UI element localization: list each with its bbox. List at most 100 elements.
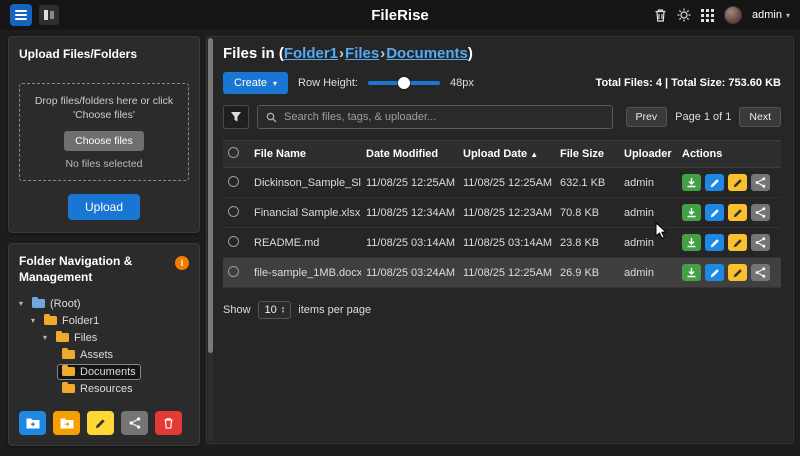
tree-item-assets[interactable]: Assets [19, 346, 189, 363]
column-header-upload-date[interactable]: Upload Date▲ [458, 141, 555, 168]
tree-item-resources[interactable]: Resources [19, 380, 189, 397]
view-toggle-button[interactable] [39, 5, 59, 25]
edit-button[interactable] [705, 264, 724, 281]
trash-button[interactable] [654, 8, 667, 22]
row-checkbox[interactable] [228, 176, 239, 187]
breadcrumb-files[interactable]: Files [345, 45, 379, 62]
folder-icon [62, 350, 75, 359]
share-button[interactable] [751, 174, 770, 191]
rename-button[interactable] [728, 174, 747, 191]
theme-toggle-button[interactable] [677, 8, 691, 22]
next-page-button[interactable]: Next [739, 107, 781, 127]
pencil-icon [710, 268, 720, 278]
rename-button[interactable] [728, 264, 747, 281]
file-name-cell: Financial Sample.xlsx [249, 198, 361, 228]
chevron-down-icon: ▾ [786, 11, 790, 20]
column-header-file-name[interactable]: File Name [249, 141, 361, 168]
table-row[interactable]: Dickinson_Sample_Slides.pptx 11/08/25 12… [223, 168, 781, 198]
share-folder-button[interactable] [121, 411, 148, 435]
grid-icon [701, 9, 714, 22]
upload-card-title: Upload Files/Folders [19, 47, 189, 63]
folder-icon [56, 333, 69, 342]
menu-button[interactable] [10, 4, 32, 26]
table-row[interactable]: Financial Sample.xlsx 11/08/25 12:34AM 1… [223, 198, 781, 228]
columns-icon [44, 10, 54, 20]
create-button[interactable]: Create ▾ [223, 72, 288, 94]
download-icon [686, 177, 697, 188]
trash-icon [163, 417, 174, 429]
edit-button[interactable] [705, 174, 724, 191]
sidebar: Upload Files/Folders Drop files/folders … [8, 36, 200, 456]
delete-folder-button[interactable] [155, 411, 182, 435]
choose-files-button[interactable]: Choose files [64, 131, 144, 151]
row-height-label: Row Height: [298, 77, 358, 89]
heading-prefix: Files in ( [223, 45, 284, 62]
pencil-icon [710, 178, 720, 188]
table-row[interactable]: README.md 11/08/25 03:14AM 11/08/25 03:1… [223, 228, 781, 258]
rename-button[interactable] [728, 204, 747, 221]
tree-item-label: Documents [80, 366, 136, 378]
grid-view-button[interactable] [701, 9, 714, 22]
download-button[interactable] [682, 264, 701, 281]
row-height-slider[interactable] [368, 77, 440, 89]
download-button[interactable] [682, 234, 701, 251]
download-button[interactable] [682, 204, 701, 221]
main-scrollbar[interactable] [208, 38, 213, 442]
filter-button[interactable] [223, 105, 249, 129]
caret-down-icon[interactable]: ▾ [31, 316, 40, 325]
prev-page-button[interactable]: Prev [626, 107, 668, 127]
row-checkbox[interactable] [228, 266, 239, 277]
tree-item-files[interactable]: ▾ Files [19, 329, 189, 346]
tree-item-label: Assets [80, 349, 113, 361]
share-button[interactable] [751, 204, 770, 221]
breadcrumb-documents[interactable]: Documents [386, 45, 468, 62]
caret-down-icon[interactable]: ▾ [43, 333, 52, 342]
file-name-cell: README.md [249, 228, 361, 258]
share-icon [755, 207, 766, 218]
row-checkbox[interactable] [228, 236, 239, 247]
tree-item-documents[interactable]: Documents [19, 363, 189, 380]
create-folder-button[interactable] [19, 411, 46, 435]
items-per-page-select[interactable]: 10 ▴▾ [258, 301, 292, 319]
share-button[interactable] [751, 234, 770, 251]
breadcrumb-folder1[interactable]: Folder1 [284, 45, 338, 62]
rename-folder-button[interactable] [87, 411, 114, 435]
upload-date-cell: 11/08/25 03:14AM [458, 228, 555, 258]
column-header-uploader[interactable]: Uploader [619, 141, 677, 168]
row-checkbox[interactable] [228, 206, 239, 217]
info-icon[interactable]: i [175, 256, 189, 270]
download-button[interactable] [682, 174, 701, 191]
column-header-date-modified[interactable]: Date Modified [361, 141, 458, 168]
column-header-file-size[interactable]: File Size [555, 141, 619, 168]
share-button[interactable] [751, 264, 770, 281]
folder-tree: ▾ (Root) ▾ Folder1 ▾ Files Assets Do [19, 295, 189, 397]
rename-button[interactable] [728, 234, 747, 251]
select-all-checkbox[interactable] [228, 147, 239, 158]
scrollbar-thumb[interactable] [208, 38, 213, 353]
share-icon [129, 417, 141, 429]
upload-card: Upload Files/Folders Drop files/folders … [8, 36, 200, 233]
user-menu[interactable]: admin ▾ [752, 9, 790, 21]
tree-item-label: (Root) [50, 298, 81, 310]
tree-item-folder1[interactable]: ▾ Folder1 [19, 312, 189, 329]
table-row[interactable]: file-sample_1MB.docx 11/08/25 03:24AM 11… [223, 258, 781, 288]
search-input[interactable] [284, 111, 612, 123]
pagination: Prev Page 1 of 1 Next [626, 107, 781, 127]
breadcrumb-separator: › [339, 45, 344, 62]
folder-card-title: Folder Navigation & Management [19, 254, 169, 285]
edit-button[interactable] [705, 234, 724, 251]
sun-icon [677, 8, 691, 22]
chevron-down-icon: ▾ [273, 79, 277, 88]
caret-down-icon[interactable]: ▾ [19, 299, 28, 308]
filter-icon [230, 111, 242, 123]
move-folder-button[interactable] [53, 411, 80, 435]
folder-card: Folder Navigation & Management i ▾ (Root… [8, 243, 200, 446]
dropzone[interactable]: Drop files/folders here or click 'Choose… [19, 83, 189, 181]
upload-button[interactable]: Upload [68, 194, 140, 220]
date-modified-cell: 11/08/25 12:34AM [361, 198, 458, 228]
spinner-icon: ▴▾ [282, 306, 285, 314]
tree-item-root[interactable]: ▾ (Root) [19, 295, 189, 312]
user-avatar[interactable] [724, 6, 742, 24]
edit-button[interactable] [705, 204, 724, 221]
slider-thumb[interactable] [398, 77, 410, 89]
